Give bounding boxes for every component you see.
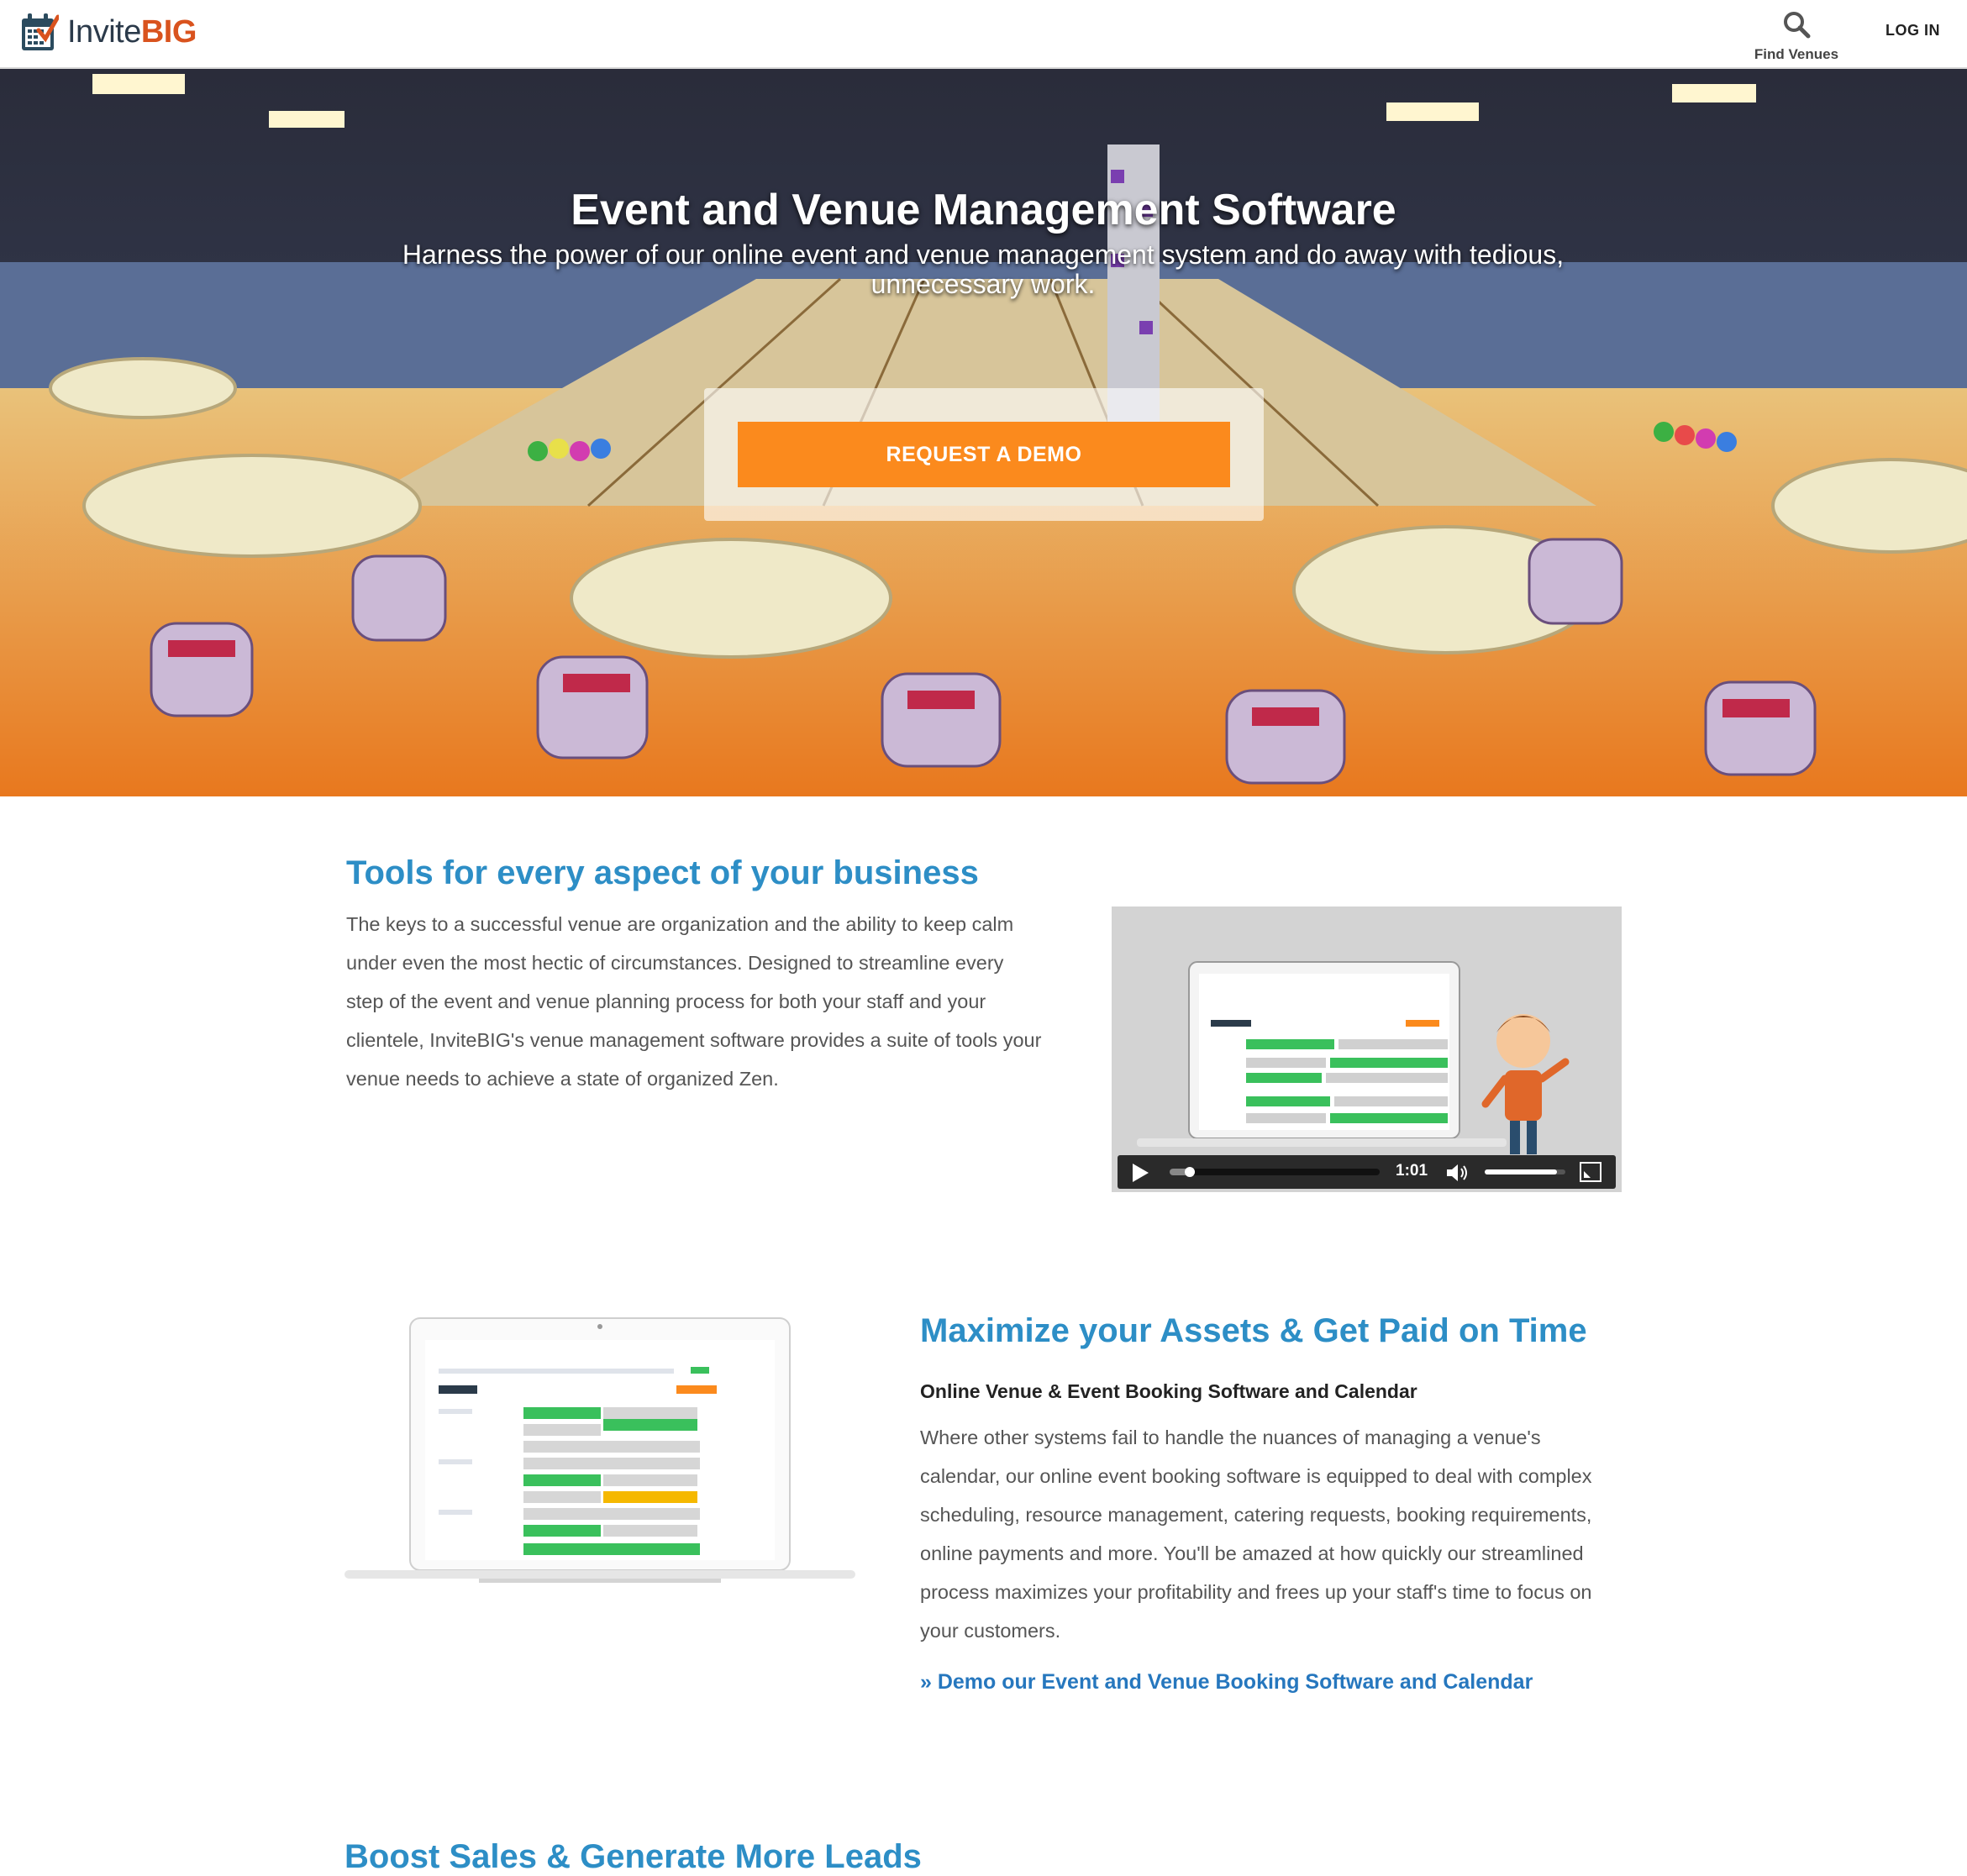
intro-video-player[interactable]: 1:01 bbox=[1112, 906, 1622, 1192]
invitebig-logo[interactable]: InviteBIG bbox=[20, 7, 197, 57]
logo-wordmark: InviteBIG bbox=[67, 13, 197, 50]
fullscreen-icon[interactable] bbox=[1580, 1162, 1601, 1182]
hero-banner: Event and Venue Management Software Harn… bbox=[0, 69, 1967, 796]
demo-booking-software-link[interactable]: » Demo our Event and Venue Booking Softw… bbox=[920, 1670, 1533, 1695]
login-link[interactable]: LOG IN bbox=[1885, 22, 1940, 39]
video-time: 1:01 bbox=[1396, 1162, 1428, 1180]
find-venues-label: Find Venues bbox=[1754, 46, 1839, 62]
tools-body: The keys to a successful venue are organ… bbox=[346, 913, 1042, 1090]
find-venues-button[interactable]: Find Venues bbox=[1746, 10, 1847, 63]
hero-title: Event and Venue Management Software bbox=[571, 186, 1396, 234]
boost-sales-heading: Boost Sales & Generate More Leads bbox=[344, 1838, 922, 1875]
volume-icon[interactable] bbox=[1445, 1163, 1470, 1183]
request-demo-button[interactable]: REQUEST A DEMO bbox=[738, 422, 1230, 487]
assets-heading: Maximize your Assets & Get Paid on Time bbox=[920, 1312, 1587, 1349]
video-controls: 1:01 bbox=[1118, 1155, 1616, 1189]
assets-subheading: Online Venue & Event Booking Software an… bbox=[920, 1380, 1417, 1402]
hero-subtitle: Harness the power of our online event an… bbox=[402, 239, 1565, 299]
video-progress-bar[interactable] bbox=[1170, 1167, 1380, 1177]
volume-slider[interactable] bbox=[1485, 1167, 1565, 1177]
video-thumbnail bbox=[1112, 906, 1622, 1159]
search-icon bbox=[1784, 12, 1811, 39]
site-header: InviteBIG Find Venues LOG IN bbox=[0, 0, 1967, 69]
booking-calendar-laptop-image bbox=[344, 1317, 855, 1583]
tools-heading: Tools for every aspect of your business bbox=[346, 854, 979, 891]
calendar-check-icon bbox=[22, 13, 59, 50]
assets-body: Where other systems fail to handle the n… bbox=[920, 1427, 1592, 1642]
play-icon[interactable] bbox=[1131, 1163, 1149, 1183]
